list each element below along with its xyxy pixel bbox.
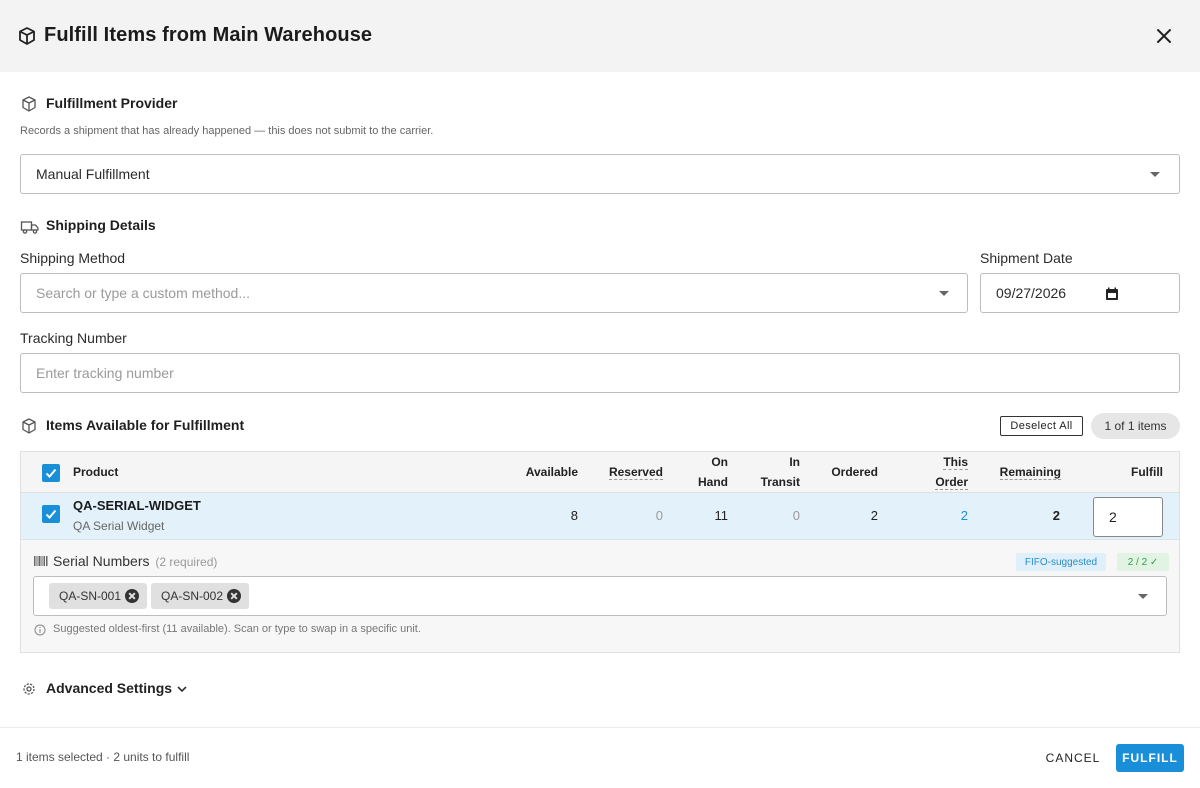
col-in-transit: In Transit	[740, 452, 800, 492]
col-this-order-line1: This	[908, 452, 968, 472]
cell-reserved: 0	[655, 508, 663, 523]
tracking-input[interactable]: Enter tracking number	[20, 353, 1180, 393]
dialog-title: Fulfill Items from Main Warehouse	[44, 24, 373, 46]
col-on-hand: On Hand	[668, 452, 728, 492]
serial-numbers-title: Serial Numbers	[53, 553, 150, 569]
barcode-icon	[34, 556, 48, 566]
dialog-header: Fulfill Items from Main Warehouse	[0, 0, 1200, 72]
remove-chip-icon[interactable]	[227, 589, 241, 603]
col-remaining: Remaining	[981, 462, 1061, 482]
remove-chip-icon[interactable]	[125, 589, 139, 603]
shipping-method-label: Shipping Method	[20, 250, 126, 266]
items-count-badge: 1 of 1 items	[1091, 413, 1180, 439]
fifo-suggested-badge: FIFO-suggested	[1016, 553, 1106, 571]
shipment-date-input[interactable]: 09/27/2026	[980, 273, 1180, 313]
items-section-title: Items Available for Fulfillment	[46, 417, 245, 433]
truck-icon	[20, 221, 39, 234]
cancel-button[interactable]: CANCEL	[1036, 744, 1110, 772]
cell-ordered: 2	[870, 508, 878, 523]
table-row[interactable]: QA-SERIAL-WIDGET QA Serial Widget 8 0 11…	[21, 493, 1179, 540]
col-this-order-line2: Order	[908, 472, 968, 492]
serial-count-badge: 2 / 2 ✓	[1117, 553, 1169, 571]
col-ordered: Ordered	[831, 465, 878, 479]
shipping-method-input[interactable]: Search or type a custom method...	[20, 273, 968, 313]
serial-numbers-input[interactable]: QA-SN-001 QA-SN-002	[33, 576, 1167, 616]
shipping-section-title: Shipping Details	[46, 217, 156, 233]
serial-chip: QA-SN-002	[151, 583, 249, 609]
calendar-icon[interactable]	[1105, 287, 1119, 301]
col-this-order: This Order	[908, 452, 968, 492]
shipment-date-label: Shipment Date	[980, 250, 1073, 266]
tracking-label: Tracking Number	[20, 330, 127, 346]
cell-on-hand: 11	[714, 508, 729, 523]
serial-numbers-label: Serial Numbers (2 required)	[53, 553, 217, 569]
cell-remaining: 2	[1052, 508, 1060, 523]
serial-hint: Suggested oldest-first (11 available). S…	[53, 623, 421, 635]
col-reserved: Reserved	[603, 462, 663, 482]
product-sku: QA-SERIAL-WIDGET	[73, 498, 201, 513]
chevron-down-icon	[1150, 172, 1160, 177]
provider-section-title: Fulfillment Provider	[46, 95, 178, 111]
table-header: Product Available Reserved On Hand In Tr…	[21, 452, 1179, 493]
shipment-date-value: 09/27/2026	[996, 285, 1067, 301]
shipping-method-placeholder: Search or type a custom method...	[36, 285, 250, 301]
col-this-order-line1-text: This	[943, 455, 968, 470]
footer-divider	[0, 727, 1200, 728]
provider-selected-value: Manual Fulfillment	[36, 166, 150, 182]
box-icon	[22, 96, 36, 112]
cell-available: 8	[570, 508, 578, 523]
fulfill-qty-value: 2	[1109, 509, 1117, 525]
info-icon	[34, 624, 46, 636]
col-on-hand-line2: Hand	[698, 475, 728, 489]
serial-numbers-panel: Serial Numbers (2 required) FIFO-suggest…	[21, 540, 1179, 652]
product-name: QA Serial Widget	[73, 519, 165, 533]
package-icon	[19, 27, 35, 45]
col-on-hand-line1: On	[711, 455, 728, 469]
items-table: Product Available Reserved On Hand In Tr…	[20, 451, 1180, 653]
serial-chip-label: QA-SN-001	[59, 589, 122, 603]
col-product: Product	[73, 465, 119, 479]
serial-required-text: (2 required)	[155, 555, 218, 569]
box-icon	[22, 418, 36, 434]
col-in-transit-line1: In	[789, 455, 800, 469]
fulfill-qty-input[interactable]: 2	[1093, 497, 1163, 537]
serial-chip-label: QA-SN-002	[161, 589, 224, 603]
cell-this-order: 2	[960, 508, 968, 523]
fulfill-button[interactable]: FULFILL	[1116, 744, 1184, 772]
col-fulfill: Fulfill	[1131, 465, 1163, 479]
chevron-down-icon	[939, 291, 949, 296]
row-checkbox[interactable]	[42, 505, 60, 523]
selection-summary: 1 items selected · 2 units to fulfill	[16, 750, 190, 764]
advanced-settings-toggle[interactable]: Advanced Settings	[20, 679, 190, 699]
gear-icon	[23, 683, 35, 695]
col-in-transit-line2: Transit	[760, 475, 800, 489]
serial-chip: QA-SN-001	[49, 583, 147, 609]
provider-select[interactable]: Manual Fulfillment	[20, 154, 1180, 194]
advanced-settings-label: Advanced Settings	[46, 680, 173, 696]
tracking-placeholder: Enter tracking number	[36, 365, 174, 381]
col-reserved-label: Reserved	[608, 465, 663, 480]
chevron-down-icon	[177, 686, 187, 693]
chevron-down-icon[interactable]	[1138, 594, 1148, 599]
col-remaining-label: Remaining	[999, 465, 1061, 480]
select-all-checkbox[interactable]	[42, 464, 60, 482]
provider-hint: Records a shipment that has already happ…	[20, 125, 434, 137]
col-this-order-line2-text: Order	[935, 475, 968, 490]
deselect-all-button[interactable]: Deselect All	[1000, 416, 1083, 436]
cell-in-transit: 0	[792, 508, 800, 523]
col-available: Available	[525, 465, 578, 479]
close-icon[interactable]	[1153, 25, 1175, 47]
